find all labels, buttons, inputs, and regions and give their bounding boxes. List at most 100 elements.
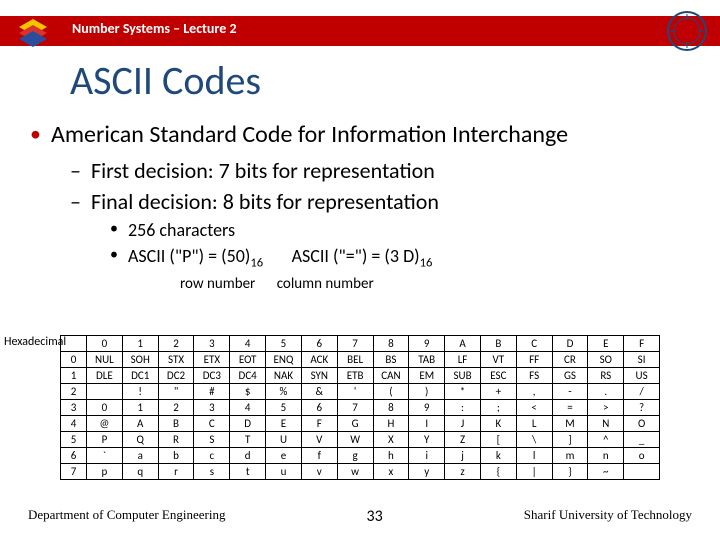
table-col-header: 0 (87, 336, 123, 352)
pointer-captions: row number column number (180, 275, 690, 293)
table-row-header: 5 (61, 432, 87, 448)
subscript-base: 16 (420, 256, 433, 271)
table-cell: n (588, 448, 624, 464)
table-row-header: 3 (61, 400, 87, 416)
table-cell: _ (624, 432, 660, 448)
table-cell: Q (122, 432, 158, 448)
table-cell: . (588, 384, 624, 400)
table-cell: j (445, 448, 481, 464)
table-col-header: 6 (301, 336, 337, 352)
table-cell: - (552, 384, 588, 400)
table-cell: B (158, 416, 194, 432)
table-cell: r (158, 464, 194, 480)
table-cell: < (516, 400, 552, 416)
table-cell: i (409, 448, 445, 464)
table-cell: ; (480, 400, 516, 416)
table-cell: x (373, 464, 409, 480)
table-cell: t (230, 464, 266, 480)
table-cell: , (516, 384, 552, 400)
table-cell: v (301, 464, 337, 480)
table-cell: H (373, 416, 409, 432)
table-row: 0NULSOHSTXETXEOTENQACKBELBSTABLFVTFFCRSO… (61, 352, 660, 368)
ascii-example-p: ASCII ("P") = (50) (128, 245, 250, 267)
table-row: 6`abcdefghijklmno (61, 448, 660, 464)
table-cell: W (337, 432, 373, 448)
table-cell: { (480, 464, 516, 480)
table-cell: DC4 (230, 368, 266, 384)
table-cell: STX (158, 352, 194, 368)
table-cell: LF (445, 352, 481, 368)
table-cell: o (624, 448, 660, 464)
table-col-header: C (516, 336, 552, 352)
ascii-example-eq: ASCII ("=") = (3 D) (292, 245, 420, 267)
bullet-dot-icon: • (30, 120, 41, 149)
table-col-header: 9 (409, 336, 445, 352)
table-cell: c (194, 448, 230, 464)
table-cell: SYN (301, 368, 337, 384)
department-logo-icon (12, 10, 54, 52)
table-cell: CR (552, 352, 588, 368)
table-cell: M (552, 416, 588, 432)
bullet-text: First decision: 7 bits for representatio… (91, 157, 435, 184)
ascii-table: 0123456789ABCDEF 0NULSOHSTXETXEOTENQACKB… (60, 335, 660, 480)
table-cell: ETX (194, 352, 230, 368)
table-col-header: 4 (230, 336, 266, 352)
table-col-header: 8 (373, 336, 409, 352)
table-cell: VT (480, 352, 516, 368)
table-cell: J (445, 416, 481, 432)
footer-university: Sharif University of Technology (524, 507, 692, 526)
table-cell: S (194, 432, 230, 448)
ascii-table-wrap: 0123456789ABCDEF 0NULSOHSTXETXEOTENQACKB… (60, 335, 660, 480)
table-cell (87, 384, 123, 400)
table-cell: ENQ (266, 352, 302, 368)
bullet-text: 256 characters (128, 219, 235, 241)
table-cell: Y (409, 432, 445, 448)
table-cell: g (337, 448, 373, 464)
table-cell: SUB (445, 368, 481, 384)
lecture-title: Number Systems – Lecture 2 (72, 20, 237, 37)
table-col-header: E (588, 336, 624, 352)
table-col-header: F (624, 336, 660, 352)
bullet-level3: • ASCII ("P") = (50)16 ASCII ("=") = (3 … (110, 245, 690, 271)
table-cell: f (301, 448, 337, 464)
table-cell: DC2 (158, 368, 194, 384)
table-cell: \ (516, 432, 552, 448)
table-cell: EOT (230, 352, 266, 368)
table-cell: L (516, 416, 552, 432)
bullet-text: American Standard Code for Information I… (51, 120, 568, 149)
footer-page-number: 33 (367, 507, 383, 526)
table-col-header: 5 (266, 336, 302, 352)
table-cell: ~ (588, 464, 624, 480)
table-cell: F (301, 416, 337, 432)
table-cell: ^ (588, 432, 624, 448)
table-cell: e (266, 448, 302, 464)
table-cell: I (409, 416, 445, 432)
bullet-dash-icon: – (70, 188, 81, 215)
university-seal-icon (666, 10, 708, 52)
table-cell: h (373, 448, 409, 464)
table-cell: C (194, 416, 230, 432)
table-cell: U (266, 432, 302, 448)
table-cell: Z (445, 432, 481, 448)
table-cell: ESC (480, 368, 516, 384)
table-cell: / (624, 384, 660, 400)
table-cell: ( (373, 384, 409, 400)
table-cell: = (552, 400, 588, 416)
table-cell: k (480, 448, 516, 464)
table-cell: d (230, 448, 266, 464)
table-cell: TAB (409, 352, 445, 368)
table-cell (624, 464, 660, 480)
table-cell: @ (87, 416, 123, 432)
table-cell: & (301, 384, 337, 400)
table-cell: X (373, 432, 409, 448)
table-col-header: B (480, 336, 516, 352)
table-cell: ETB (337, 368, 373, 384)
table-col-header: A (445, 336, 481, 352)
table-row: 1DLEDC1DC2DC3DC4NAKSYNETBCANEMSUBESCFSGS… (61, 368, 660, 384)
subscript-base: 16 (250, 256, 263, 271)
footer-department: Department of Computer Engineering (28, 507, 225, 526)
table-row-header: 0 (61, 352, 87, 368)
table-cell: m (552, 448, 588, 464)
slide-title: ASCII Codes (70, 56, 261, 105)
table-cell: 3 (194, 400, 230, 416)
